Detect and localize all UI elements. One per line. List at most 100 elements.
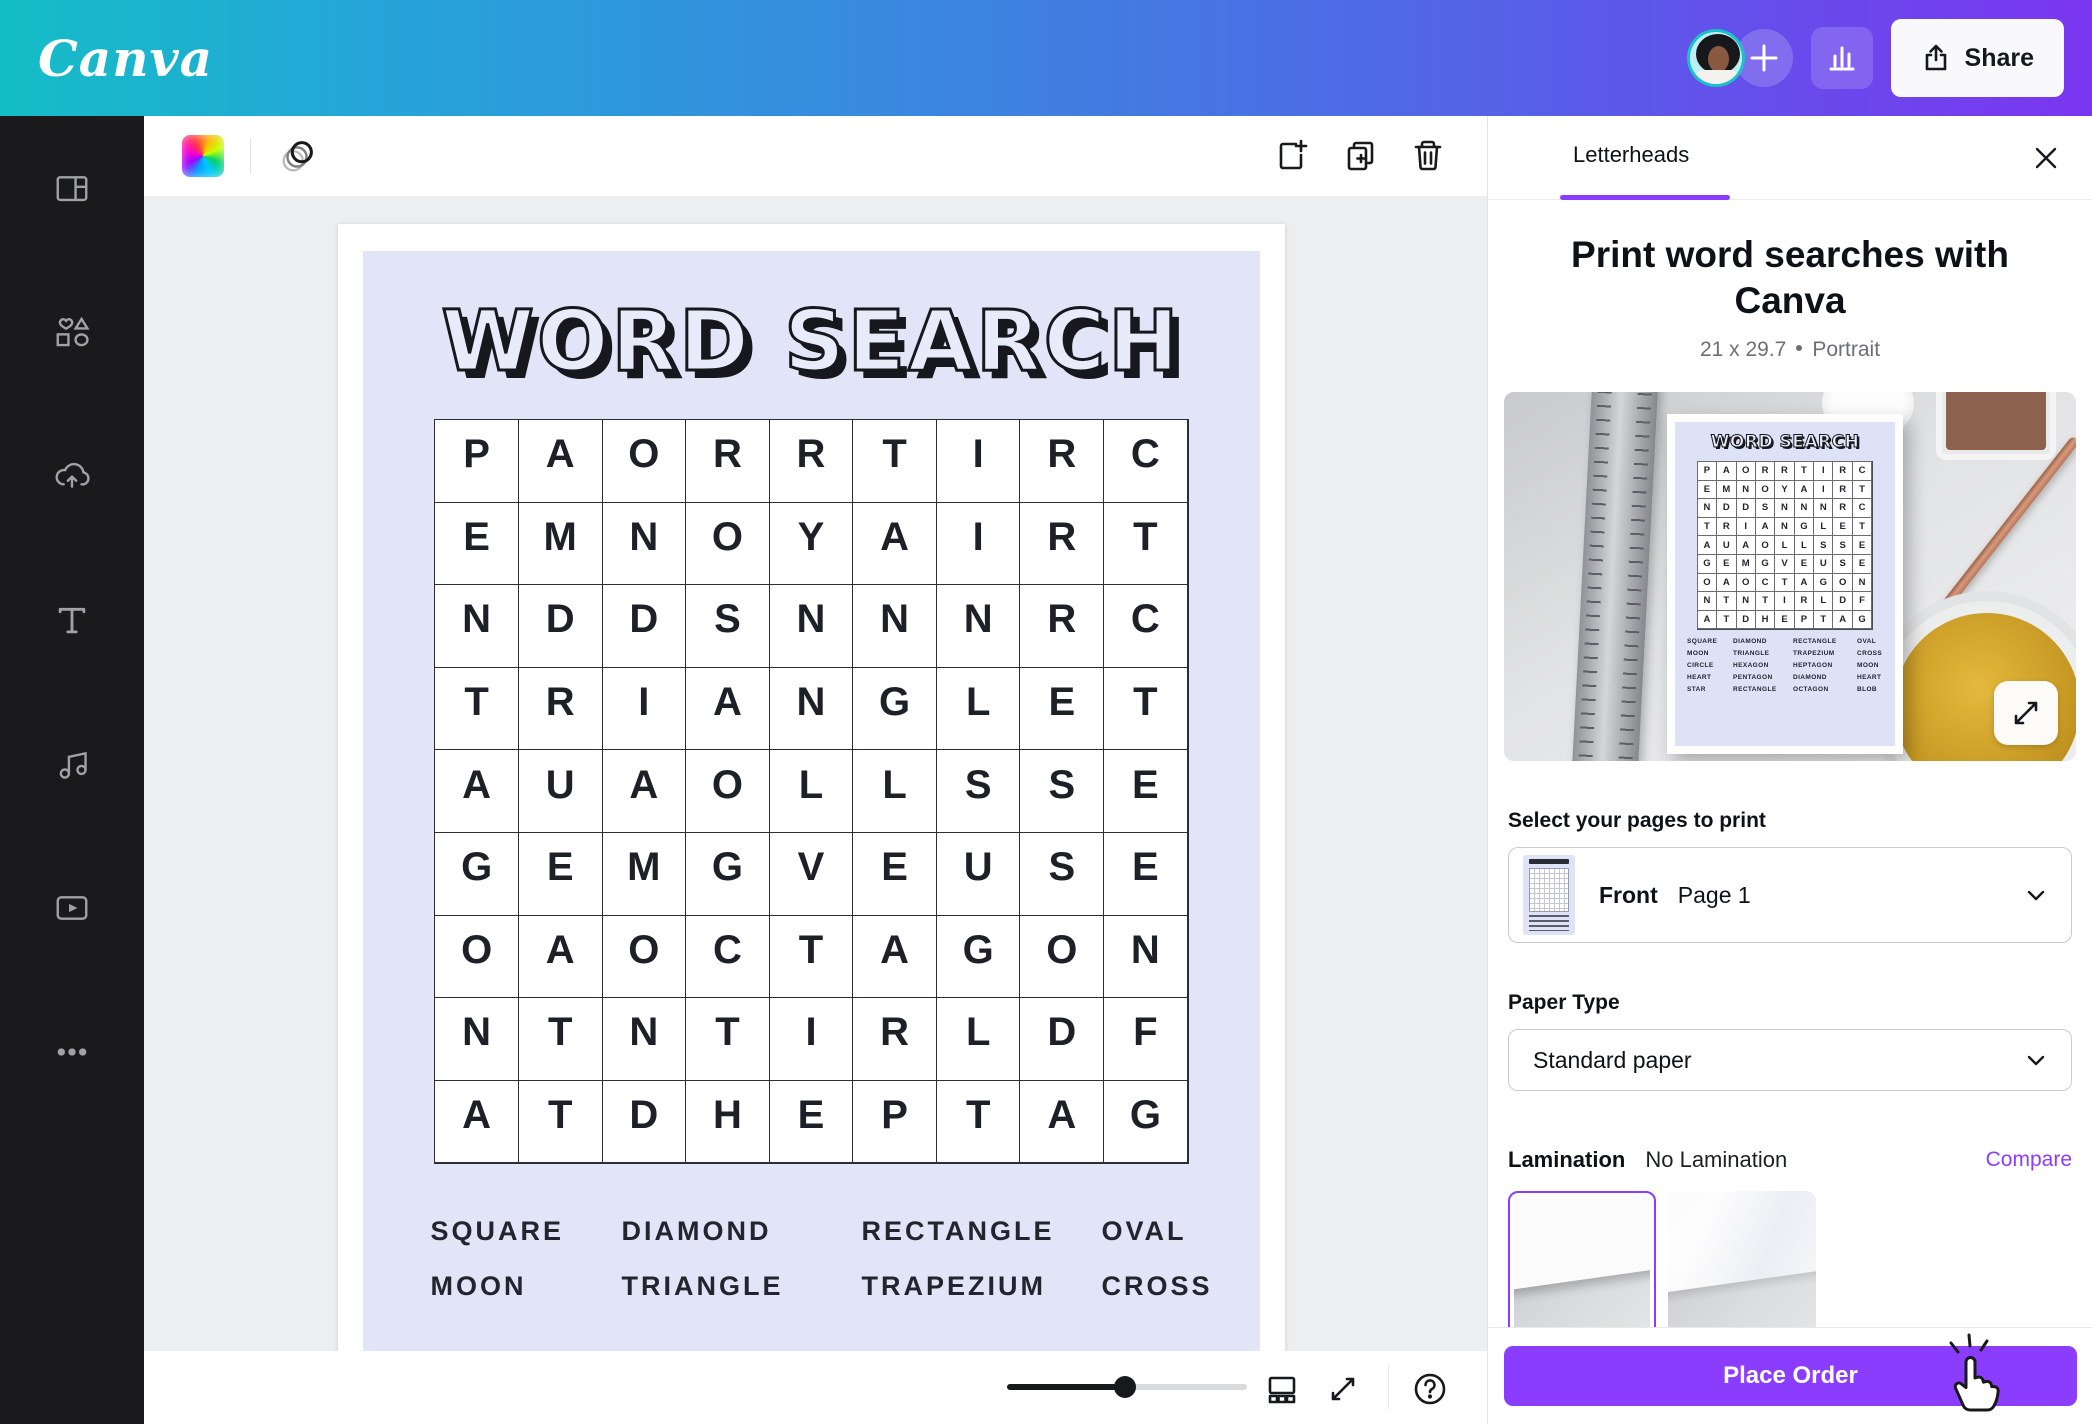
grid-cell: T	[518, 1080, 603, 1164]
grid-cell: E	[518, 832, 603, 916]
sidebar-item-text[interactable]	[0, 548, 144, 692]
grid-cell: M	[1716, 480, 1736, 500]
grid-cell: A	[518, 419, 603, 503]
grid-cell: G	[434, 832, 519, 916]
grid-cell: A	[434, 749, 519, 833]
grid-cell: O	[1755, 480, 1775, 500]
grid-cell: N	[1813, 498, 1833, 518]
pages-view-button[interactable]	[1262, 1369, 1302, 1409]
videos-icon	[53, 889, 91, 927]
help-button[interactable]	[1410, 1369, 1450, 1409]
panel-subtitle: 21 x 29.7Portrait	[1488, 338, 2092, 362]
grid-cell: S	[1832, 535, 1852, 555]
grid-cell: A	[852, 915, 937, 999]
chevron-down-icon	[2023, 882, 2049, 908]
grid-cell: R	[1019, 584, 1104, 668]
sidebar-item-audio[interactable]	[0, 692, 144, 836]
lamination-options	[1508, 1191, 2072, 1341]
grid-cell: R	[852, 997, 937, 1081]
sidebar-item-videos[interactable]	[0, 836, 144, 980]
grid-cell: A	[1697, 610, 1717, 630]
share-button[interactable]: Share	[1891, 19, 2064, 97]
word-item: MOON	[431, 1271, 622, 1302]
grid-cell: A	[1832, 610, 1852, 630]
sidebar-item-more[interactable]	[0, 980, 144, 1124]
grid-cell: N	[1103, 915, 1188, 999]
grid-cell: R	[1019, 502, 1104, 586]
pages-select[interactable]: Front Page 1	[1508, 847, 2072, 943]
fullscreen-icon	[1325, 1371, 1361, 1407]
grid-cell: N	[769, 667, 854, 751]
grid-cell: A	[1794, 573, 1814, 593]
grid-cell: I	[769, 997, 854, 1081]
expand-preview-button[interactable]	[1994, 681, 2058, 745]
paper-type-select[interactable]: Standard paper	[1508, 1029, 2072, 1091]
grid-cell: A	[434, 1080, 519, 1164]
grid-cell: R	[1716, 517, 1736, 537]
grid-cell: T	[1794, 461, 1814, 481]
grid-cell: I	[936, 419, 1021, 503]
grid-cell: C	[685, 915, 770, 999]
grid-cell: A	[685, 667, 770, 751]
close-panel-button[interactable]	[2028, 140, 2064, 176]
grid-cell: G	[1697, 554, 1717, 574]
sidebar-item-elements[interactable]	[0, 260, 144, 404]
grid-cell: Y	[1774, 480, 1794, 500]
grid-cell: O	[1697, 573, 1717, 593]
grid-cell: I	[1736, 517, 1756, 537]
avatar[interactable]	[1687, 29, 1745, 87]
grid-cell: I	[1813, 461, 1833, 481]
canvas-bottom-bar	[144, 1351, 1487, 1424]
letter-grid[interactable]: PAORRTIRCEMNOYAIRTNDDSNNNRCTRIANGLETAUAO…	[434, 419, 1188, 1164]
grid-cell: A	[1716, 573, 1736, 593]
compare-link[interactable]: Compare	[1986, 1148, 2072, 1172]
lamination-option-none[interactable]	[1508, 1191, 1656, 1341]
grid-cell: S	[1019, 832, 1104, 916]
lamination-option-gloss[interactable]	[1668, 1191, 1816, 1341]
word-item: SQUARE	[1687, 638, 1733, 645]
help-icon	[1410, 1369, 1450, 1409]
zoom-slider-knob[interactable]	[1114, 1376, 1136, 1398]
page-thumbnail	[1523, 855, 1575, 935]
grid-cell: E	[1697, 480, 1717, 500]
word-item: MOON	[1687, 650, 1733, 657]
color-picker-icon[interactable]	[182, 135, 224, 177]
grid-cell: T	[1716, 591, 1736, 611]
more-dots-icon	[53, 1033, 91, 1071]
grid-cell: N	[434, 584, 519, 668]
grid-cell: L	[852, 749, 937, 833]
grid-cell: C	[1852, 461, 1872, 481]
sidebar-item-uploads[interactable]	[0, 404, 144, 548]
grid-cell: T	[1813, 610, 1833, 630]
grid-cell: N	[1774, 517, 1794, 537]
duplicate-page-icon[interactable]	[1339, 135, 1381, 177]
grid-cell: D	[602, 1080, 687, 1164]
word-list[interactable]: SQUAREDIAMONDRECTANGLEOVALMOONTRIANGLETR…	[431, 1216, 1193, 1302]
word-item: TRIANGLE	[1733, 650, 1793, 657]
grid-cell: N	[1852, 573, 1872, 593]
sidebar-item-templates[interactable]	[0, 116, 144, 260]
grid-cell: N	[602, 997, 687, 1081]
delete-icon[interactable]	[1407, 135, 1449, 177]
design-page[interactable]: WORD SEARCH PAORRTIRCEMNOYAIRTNDDSNNNRCT…	[338, 224, 1285, 1351]
tab-letterheads[interactable]: Letterheads	[1573, 142, 1689, 168]
transparency-icon[interactable]	[277, 135, 319, 177]
orientation-text: Portrait	[1812, 338, 1880, 361]
audio-icon	[53, 745, 91, 783]
product-preview-image[interactable]: WORD SEARCH PAORRTIRCEMNOYAIRTNDDSNNNRCT…	[1504, 392, 2076, 761]
word-item: DIAMOND	[622, 1216, 862, 1247]
bar-chart-icon	[1824, 40, 1860, 76]
grid-cell: R	[1832, 498, 1852, 518]
zoom-slider[interactable]	[1007, 1384, 1247, 1390]
fullscreen-button[interactable]	[1323, 1369, 1363, 1409]
grid-cell: A	[518, 915, 603, 999]
word-search-title[interactable]: WORD SEARCH	[441, 299, 1181, 383]
grid-cell: G	[685, 832, 770, 916]
insights-button[interactable]	[1811, 27, 1873, 89]
grid-cell: A	[1736, 535, 1756, 555]
grid-cell: R	[769, 419, 854, 503]
canva-logo[interactable]: Canva	[28, 29, 213, 88]
cursor-pointer	[1940, 1332, 2014, 1418]
add-page-icon[interactable]	[1271, 135, 1313, 177]
grid-cell: D	[1736, 498, 1756, 518]
